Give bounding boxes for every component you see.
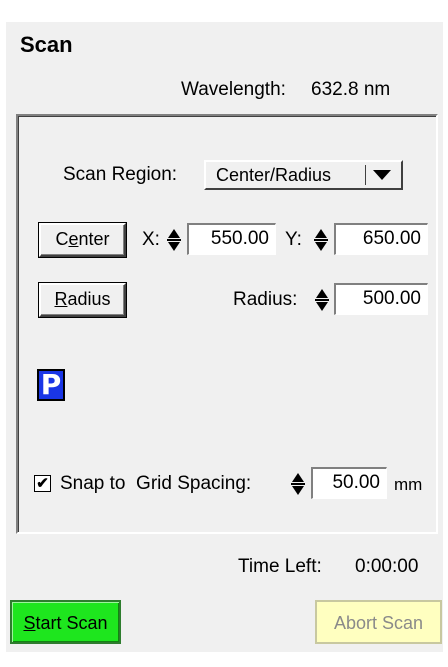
spin-divider (167, 239, 181, 241)
snap-to-grid-label: Snap to Grid Spacing: (60, 473, 252, 494)
x-spinner[interactable] (167, 225, 181, 255)
radius-label: Radius: (233, 289, 298, 310)
radius-input[interactable]: 500.00 (334, 283, 428, 315)
start-scan-label: Start Scan (23, 613, 108, 633)
spin-up-icon[interactable] (315, 229, 327, 238)
spin-down-icon[interactable] (315, 242, 327, 251)
y-spinner[interactable] (314, 225, 328, 255)
spin-down-icon[interactable] (316, 302, 328, 311)
abort-scan-button[interactable]: Abort Scan (315, 600, 442, 644)
start-scan-button[interactable]: Start Scan (10, 600, 121, 644)
scan-region-value: Center/Radius (216, 165, 332, 185)
p-icon-glyph: P (40, 368, 62, 401)
scan-panel: Scan Wavelength: 632.8 nm Scan Region: C… (6, 22, 443, 652)
chevron-down-icon[interactable] (373, 170, 391, 180)
grid-spacing-input[interactable]: 50.00 (311, 467, 387, 499)
x-input-value: 550.00 (210, 228, 269, 249)
grid-spacing-unit: mm (394, 475, 423, 494)
grid-spacing-spinner[interactable] (291, 469, 305, 499)
spin-divider (314, 239, 328, 241)
grid-spacing-value: 50.00 (332, 472, 380, 493)
radius-button[interactable]: Radius (39, 283, 126, 317)
x-label: X: (142, 229, 160, 250)
scan-settings-group: Scan Region: Center/Radius Center X: 550… (16, 114, 438, 534)
scan-region-label: Scan Region: (63, 164, 178, 185)
y-input-value: 650.00 (362, 228, 421, 249)
checkmark-icon: ✔ (36, 475, 49, 492)
wavelength-label: Wavelength: (181, 79, 286, 100)
panel-title: Scan (20, 32, 73, 57)
spin-divider (291, 483, 305, 485)
spin-down-icon[interactable] (292, 486, 304, 495)
center-button[interactable]: Center (39, 223, 126, 257)
spin-down-icon[interactable] (168, 242, 180, 251)
spin-up-icon[interactable] (292, 473, 304, 482)
center-button-label: Center (55, 229, 110, 249)
abort-scan-label: Abort Scan (333, 613, 424, 633)
scan-settings-group-inner: Scan Region: Center/Radius Center X: 550… (18, 116, 436, 532)
parking-p-icon[interactable]: P (37, 369, 65, 401)
radius-input-value: 500.00 (362, 288, 421, 309)
x-input[interactable]: 550.00 (187, 223, 276, 255)
spin-up-icon[interactable] (316, 289, 328, 298)
time-left-value: 0:00:00 (355, 556, 419, 577)
wavelength-value: 632.8 nm (311, 79, 391, 100)
radius-spinner[interactable] (315, 285, 329, 315)
scan-region-dropdown[interactable]: Center/Radius (204, 160, 403, 190)
snap-to-grid-checkbox[interactable]: ✔ (34, 475, 51, 492)
spin-up-icon[interactable] (168, 229, 180, 238)
y-label: Y: (285, 229, 302, 250)
y-input[interactable]: 650.00 (334, 223, 428, 255)
radius-button-label: Radius (54, 289, 111, 309)
spin-divider (315, 299, 329, 301)
time-left-label: Time Left: (238, 556, 322, 577)
dropdown-separator (365, 165, 366, 185)
